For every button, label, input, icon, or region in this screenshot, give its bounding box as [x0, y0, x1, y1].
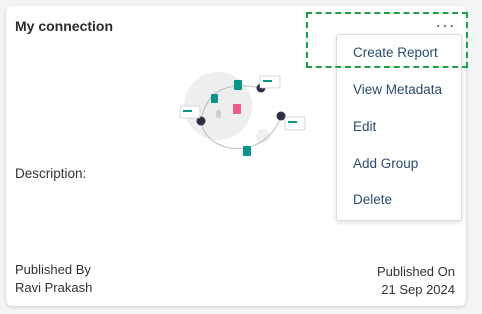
published-by-value: Ravi Prakash	[15, 280, 93, 295]
menu-item-view-metadata[interactable]: View Metadata	[353, 82, 442, 97]
menu-item-edit[interactable]: Edit	[353, 119, 376, 134]
menu-item-create-report[interactable]: Create Report	[353, 45, 438, 60]
published-by-label: Published By	[15, 262, 91, 277]
published-on: Published On 21 Sep 2024	[377, 263, 455, 299]
more-options-icon[interactable]: ...	[432, 13, 460, 35]
published-on-label: Published On	[376, 264, 455, 279]
card-title: My connection	[15, 18, 114, 34]
menu-item-delete[interactable]: Delete	[353, 192, 392, 207]
published-on-value: 21 Sep 2024	[381, 282, 455, 297]
menu-item-add-group[interactable]: Add Group	[353, 156, 418, 171]
connection-illustration-icon	[179, 72, 306, 156]
description-label: Description:	[15, 166, 87, 181]
context-menu: Create Report View Metadata Edit Add Gro…	[336, 34, 462, 221]
published-by: Published By Ravi Prakash	[15, 261, 92, 297]
